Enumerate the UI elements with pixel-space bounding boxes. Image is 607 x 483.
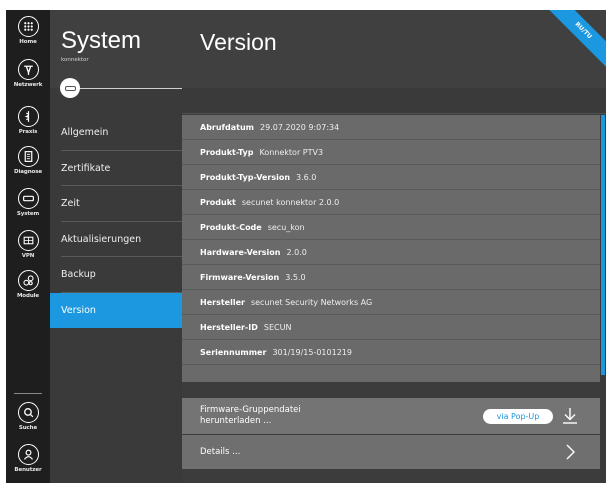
info-value: 3.5.0 — [285, 272, 306, 282]
info-value: secunet Security Networks AG — [250, 297, 373, 307]
info-label: Produkt — [200, 197, 236, 207]
details-row[interactable]: Details ... — [182, 435, 600, 469]
firmware-download-text: Firmware-Gruppendatei herunterladen ... — [200, 405, 301, 427]
info-row: Produkt-Typ Konnektor PTV3 — [182, 140, 600, 165]
icon-rail: Home Netzwerk Praxis Diagnose System VPN… — [6, 10, 50, 483]
vpn-icon — [17, 230, 39, 251]
section-title: System — [61, 27, 142, 54]
info-row: Hardware-Version 2.0.0 — [182, 240, 600, 265]
nav-item-aktualisierungen[interactable]: Aktualisierungen — [50, 222, 182, 258]
rail-label: Netzwerk — [13, 82, 43, 88]
info-label: Firmware-Version — [200, 272, 280, 282]
rail-item-netzwerk[interactable]: Netzwerk — [6, 59, 50, 97]
info-row: Hersteller secunet Security Networks AG — [182, 290, 600, 315]
nav-list: Allgemein Zertifikate Zeit Aktualisierun… — [50, 115, 182, 328]
info-label: Hardware-Version — [200, 247, 281, 257]
info-value: Konnektor PTV3 — [259, 147, 324, 157]
rail-label: Home — [19, 39, 37, 45]
info-row: Abrufdatum 29.07.2020 9:07:34 — [182, 115, 600, 140]
hardware-icon — [17, 188, 39, 209]
toggle-track — [78, 88, 182, 89]
rail-item-home[interactable]: Home — [6, 16, 50, 54]
page-header: Version RU/TU — [182, 10, 606, 88]
scrollbar[interactable] — [600, 115, 606, 483]
nav-item-zertifikate[interactable]: Zertifikate — [50, 151, 182, 187]
rail-item-diagnose[interactable]: Diagnose — [6, 146, 50, 184]
rail-label: Module — [16, 293, 40, 299]
info-value: secu_kon — [267, 222, 305, 232]
version-info-list: Abrufdatum 29.07.2020 9:07:34 Produkt-Typ… — [182, 115, 600, 382]
info-row: Seriennummer 301/19/15-0101219 — [182, 340, 600, 365]
modules-icon — [17, 270, 39, 291]
nav-header: System konnektor — [50, 10, 182, 88]
info-label: Seriennummer — [200, 347, 267, 357]
header-band — [182, 88, 606, 114]
info-value: 3.6.0 — [296, 172, 317, 182]
info-label: Hersteller — [200, 297, 245, 307]
nav-item-allgemein[interactable]: Allgemein — [50, 115, 182, 151]
rail-item-suche[interactable]: Suche — [6, 402, 50, 440]
firmware-download-line1: Firmware-Gruppendatei — [200, 405, 301, 415]
firmware-download-row[interactable]: Firmware-Gruppendatei herunterladen ... … — [182, 398, 600, 434]
info-label: Produkt-Typ — [200, 147, 254, 157]
document-icon — [17, 146, 39, 167]
info-row: Firmware-Version 3.5.0 — [182, 265, 600, 290]
caduceus-icon — [17, 106, 39, 127]
grid-icon — [17, 16, 39, 37]
rail-label: Diagnose — [14, 169, 42, 175]
info-row: Produkt-Typ-Version 3.6.0 — [182, 165, 600, 190]
info-value: secunet konnektor 2.0.0 — [241, 197, 340, 207]
rail-divider — [14, 393, 42, 394]
user-icon — [17, 444, 39, 465]
rail-item-module[interactable]: Module — [6, 270, 50, 308]
rail-label: Suche — [18, 425, 38, 431]
info-label: Abrufdatum — [200, 122, 255, 132]
info-label: Produkt-Code — [200, 222, 262, 232]
info-label: Produkt-Typ-Version — [200, 172, 291, 182]
info-value: 29.07.2020 9:07:34 — [260, 122, 340, 132]
info-value: 2.0.0 — [286, 247, 307, 257]
info-value: 301/19/15-0101219 — [272, 347, 352, 357]
rail-label: Benutzer — [14, 467, 42, 473]
info-row: Produkt-Code secu_kon — [182, 215, 600, 240]
chevron-right-icon — [566, 444, 575, 460]
page-title: Version — [200, 29, 277, 55]
main-panel: Version RU/TU Abrufdatum 29.07.2020 9:07:… — [182, 10, 606, 483]
info-row: Produkt secunet konnektor 2.0.0 — [182, 190, 600, 215]
section-subtitle: konnektor — [61, 57, 89, 63]
firmware-download-line2: herunterladen ... — [200, 416, 272, 426]
environment-ribbon: RU/TU — [544, 10, 606, 70]
hardware-icon — [64, 85, 76, 91]
info-label: Hersteller-ID — [200, 322, 258, 332]
download-icon[interactable] — [562, 407, 578, 425]
rail-item-system[interactable]: System — [6, 188, 50, 226]
search-icon — [17, 402, 39, 423]
nav-item-backup[interactable]: Backup — [50, 257, 182, 293]
via-popup-button[interactable]: via Pop-Up — [483, 409, 553, 424]
section-nav: System konnektor Allgemein Zertifikate Z… — [50, 10, 182, 483]
app-window: Home Netzwerk Praxis Diagnose System VPN… — [6, 10, 606, 483]
nav-item-zeit[interactable]: Zeit — [50, 186, 182, 222]
info-row: Hersteller-ID SECUN — [182, 315, 600, 340]
rail-item-vpn[interactable]: VPN — [6, 230, 50, 268]
rail-label: VPN — [21, 253, 35, 259]
nav-item-version[interactable]: Version — [50, 292, 182, 328]
network-icon — [17, 59, 39, 80]
collapse-toggle[interactable] — [60, 78, 80, 98]
info-value: SECUN — [263, 322, 292, 332]
rail-label: System — [16, 211, 40, 217]
scrollbar-thumb[interactable] — [601, 115, 605, 375]
details-label: Details ... — [200, 447, 241, 457]
rail-label: Praxis — [18, 129, 38, 135]
rail-item-benutzer[interactable]: Benutzer — [6, 444, 50, 482]
info-footer — [182, 365, 600, 382]
rail-item-praxis[interactable]: Praxis — [6, 106, 50, 144]
